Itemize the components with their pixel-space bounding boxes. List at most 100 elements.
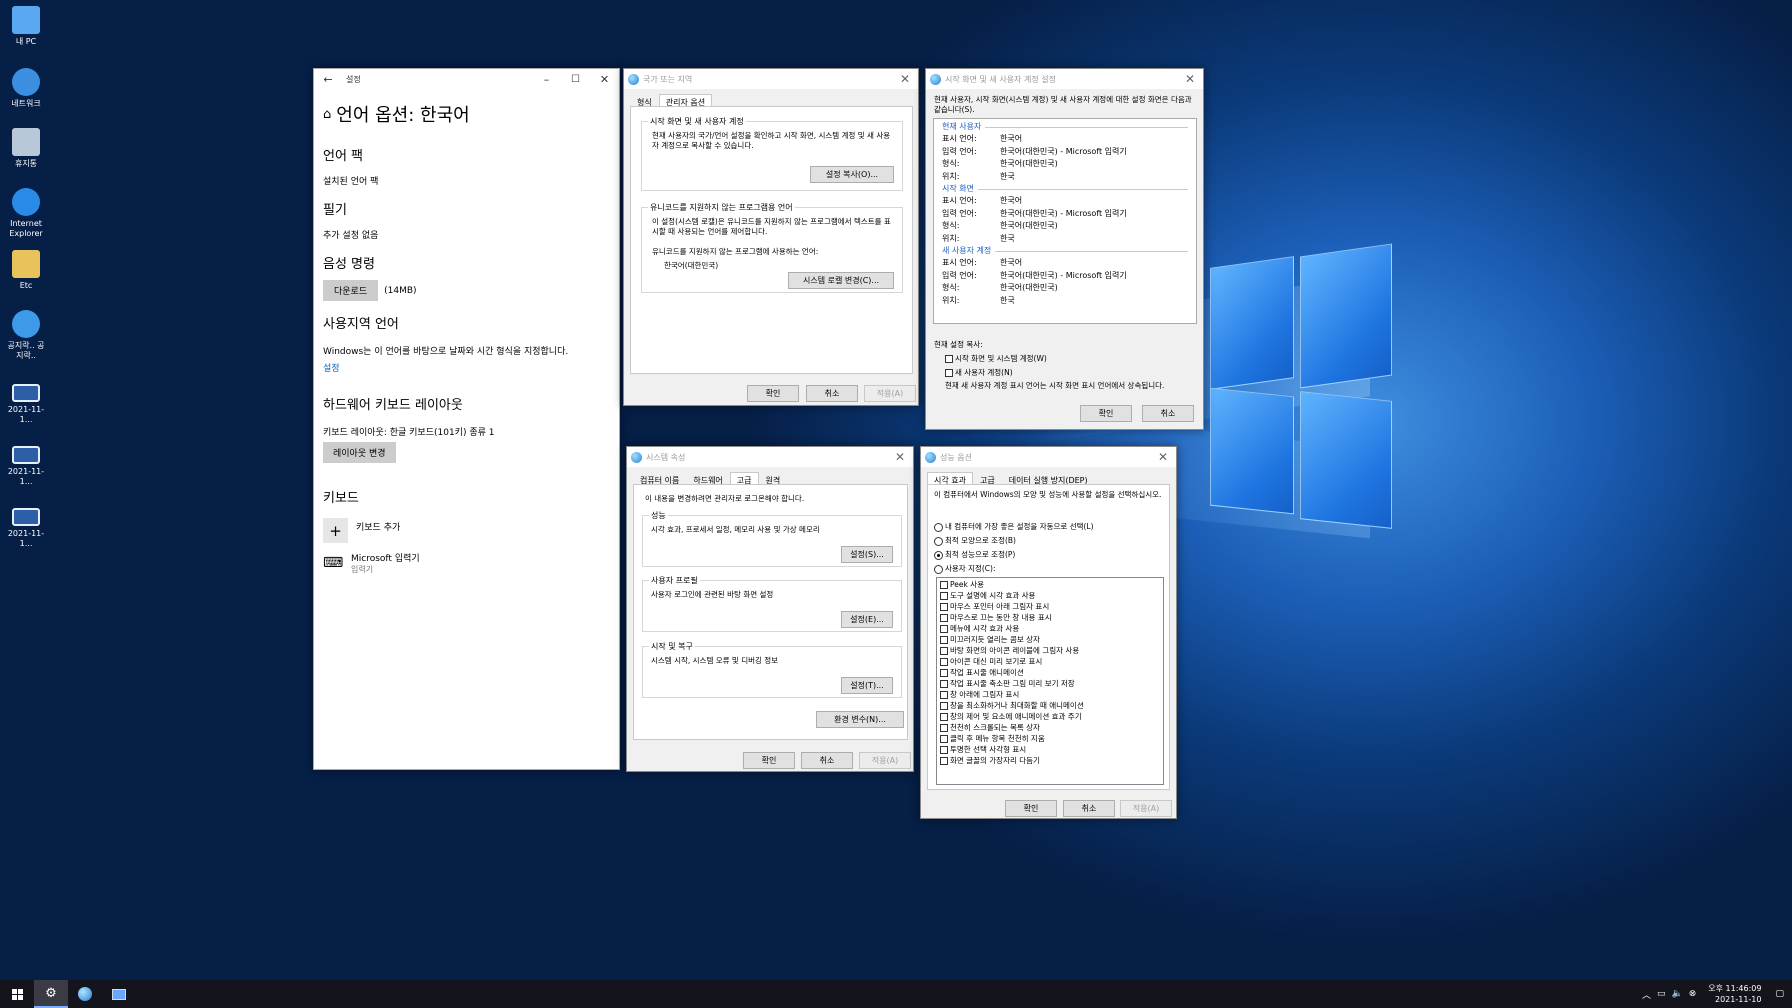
notification-center-icon[interactable]: ▢ [1775, 989, 1784, 999]
system-properties-icon [112, 988, 126, 1000]
chevron-up-icon[interactable]: ︿ [1642, 988, 1651, 1001]
summary-value: 한국어(대한민국) [1000, 283, 1058, 292]
checkbox-welcome-system[interactable]: 시작 화면 및 시스템 계정(W) [945, 353, 1047, 364]
visual-effect-item[interactable]: 투명한 선택 사각형 표시 [940, 744, 1160, 755]
checkbox-icon [940, 647, 948, 655]
performance-text: 시각 효과, 프로세서 일정, 메모리 사용 및 가상 메모리 [651, 525, 820, 534]
download-button[interactable]: 다운로드 [323, 280, 379, 301]
visual-effect-item[interactable]: 아이콘 대신 미리 보기로 표시 [940, 656, 1160, 667]
cancel-button[interactable]: 취소 [1063, 800, 1115, 817]
ok-button[interactable]: 확인 [1005, 800, 1057, 817]
ok-button[interactable]: 확인 [747, 385, 799, 402]
start-button[interactable] [0, 980, 34, 1008]
close-button[interactable]: ✕ [590, 73, 619, 86]
minimize-button[interactable]: – [532, 73, 561, 86]
ok-button[interactable]: 확인 [1080, 405, 1132, 422]
cancel-button[interactable]: 취소 [806, 385, 858, 402]
ie-icon [12, 188, 40, 216]
visual-effect-item[interactable]: 마우스로 끄는 동안 창 내용 표시 [940, 612, 1160, 623]
visual-effect-item[interactable]: 바탕 화면의 아이콘 레이블에 그림자 사용 [940, 645, 1160, 656]
desktop-icon[interactable]: 휴지통 [6, 128, 46, 169]
windows-logo-pane-tl [1210, 256, 1294, 390]
close-button[interactable]: ✕ [1150, 450, 1176, 464]
visual-effect-item[interactable]: 창을 최소화하거나 최대화할 때 애니메이션 [940, 700, 1160, 711]
screenshot-icon [12, 508, 40, 526]
ime-item[interactable]: ⌨ Microsoft 입력기 입력기 [323, 551, 610, 575]
back-arrow-icon[interactable]: ← [314, 73, 342, 86]
change-locale-button[interactable]: 시스템 로캘 변경(C)... [788, 272, 894, 289]
maximize-button[interactable]: ☐ [561, 74, 590, 85]
close-button[interactable]: ✕ [1177, 72, 1203, 86]
radio-selected-icon [934, 550, 943, 560]
environment-variables-button[interactable]: 환경 변수(N)... [816, 711, 904, 728]
visual-effect-item[interactable]: 천천히 스크롤되는 목록 상자 [940, 722, 1160, 733]
add-keyboard-label[interactable]: 키보드 추가 [356, 520, 400, 533]
perf-radio-option[interactable]: 내 컴퓨터에 가장 좋은 설정을 자동으로 선택(L) [934, 520, 1166, 534]
desktop-icon[interactable]: 내 PC [6, 6, 46, 47]
checkbox-icon [940, 614, 948, 622]
cancel-button[interactable]: 취소 [1142, 405, 1194, 422]
performance-settings-button[interactable]: 설정(S)... [841, 546, 893, 563]
visual-effect-item[interactable]: 메뉴에 시각 효과 사용 [940, 623, 1160, 634]
checkbox-icon [940, 625, 948, 633]
ok-button[interactable]: 확인 [743, 752, 795, 769]
visual-effect-item[interactable]: 창 아래에 그림자 표시 [940, 689, 1160, 700]
visual-effect-item[interactable]: 작업 표시줄 축소판 그림 미리 보기 저장 [940, 678, 1160, 689]
perf-radio-option[interactable]: 사용자 지정(C): [934, 562, 1166, 576]
visual-effect-item[interactable]: 마우스 포인터 아래 그림자 표시 [940, 601, 1160, 612]
taskbar-system-button[interactable] [102, 980, 136, 1008]
notification-tray-icon[interactable]: ⊗ [1689, 989, 1697, 999]
volume-icon[interactable]: 🔈 [1672, 989, 1683, 999]
clock-date: 2021-11-10 [1714, 995, 1762, 1004]
network-tray-icon[interactable]: ▭ [1657, 989, 1666, 999]
admin-note: 이 내용을 변경하려면 관리자로 로그온해야 합니다. [645, 494, 805, 503]
desktop-icon-label: 네트워크 [11, 99, 41, 108]
desktop-icon[interactable]: 2021-11-1... [6, 500, 46, 549]
visual-effect-item[interactable]: 화면 글꼴의 가장자리 다듬기 [940, 755, 1160, 766]
checkbox-icon [945, 369, 953, 377]
cancel-button[interactable]: 취소 [801, 752, 853, 769]
checkbox-icon [945, 355, 953, 363]
visual-effect-label: 작업 표시줄 축소판 그림 미리 보기 저장 [950, 679, 1075, 688]
perf-radio-option[interactable]: 최적 모양으로 조정(B) [934, 534, 1166, 548]
copy-current-label: 현재 설정 복사: [934, 340, 983, 349]
visual-effects-list[interactable]: Peek 사용 도구 설명에 시각 효과 사용 마우스 포인터 아래 그림자 표시 마… [936, 577, 1164, 785]
group-unicode-label: 유니코드를 지원하지 않는 프로그램에 사용하는 언어: [652, 247, 819, 256]
profile-settings-button[interactable]: 설정(E)... [841, 611, 893, 628]
visual-effect-item[interactable]: 도구 설명에 시각 효과 사용 [940, 590, 1160, 601]
add-keyboard-button[interactable]: + [323, 518, 348, 543]
visual-effect-label: 작업 표시줄 애니메이션 [950, 668, 1024, 677]
close-button[interactable]: ✕ [892, 72, 918, 86]
summary-key: 형식: [942, 283, 960, 292]
layout-change-button[interactable]: 레이아웃 변경 [323, 442, 396, 463]
desktop-icon[interactable]: Internet Explorer [6, 188, 46, 239]
checkbox-icon [940, 636, 948, 644]
checkbox-icon [940, 713, 948, 721]
desktop-icon[interactable]: 네트워크 [6, 68, 46, 109]
startup-settings-button[interactable]: 설정(T)... [841, 677, 893, 694]
desktop-icon[interactable]: Etc [6, 250, 46, 291]
desktop-icon[interactable]: 2021-11-1... [6, 376, 46, 425]
visual-effect-label: 화면 글꼴의 가장자리 다듬기 [950, 756, 1040, 765]
summary-section-title: 시작 화면 [942, 183, 1188, 195]
taskbar-control-panel-button[interactable] [68, 980, 102, 1008]
desktop-icon[interactable]: 2021-11-1... [6, 438, 46, 487]
perf-radio-option[interactable]: 최적 성능으로 조정(P) [934, 548, 1166, 562]
close-button[interactable]: ✕ [887, 450, 913, 464]
taskbar-settings-button[interactable]: ⚙ [34, 980, 68, 1008]
visual-effect-item[interactable]: 창의 제어 및 요소에 애니메이션 효과 주기 [940, 711, 1160, 722]
settings-window: ← 설정 – ☐ ✕ ⌂ 언어 옵션: 한국어 언어 팩 설치된 언어 팩 필기… [313, 68, 620, 770]
group-welcome-title: 시작 화면 및 새 사용자 계정 [648, 116, 746, 127]
screenshot-icon [12, 446, 40, 464]
visual-effect-label: 창 아래에 그림자 표시 [950, 690, 1020, 699]
checkbox-new-user[interactable]: 새 사용자 계정(N) [945, 367, 1013, 378]
visual-effect-item[interactable]: Peek 사용 [940, 579, 1160, 590]
inherit-note: 현재 새 사용자 계정 표시 언어는 시작 화면 표시 언어에서 상속됩니다. [945, 381, 1165, 390]
clock[interactable]: 오후 11:46:09 2021-11-10 [1708, 983, 1761, 1005]
visual-effect-item[interactable]: 미끄러지듯 열리는 콤보 상자 [940, 634, 1160, 645]
desktop-icon[interactable]: 공지락.. 공지락.. [6, 310, 46, 361]
visual-effect-item[interactable]: 작업 표시줄 애니메이션 [940, 667, 1160, 678]
visual-effect-item[interactable]: 클릭 후 메뉴 항목 천천히 지움 [940, 733, 1160, 744]
region-settings-link[interactable]: 설정 [323, 361, 610, 374]
copy-settings-button[interactable]: 설정 복사(O)... [810, 166, 894, 183]
